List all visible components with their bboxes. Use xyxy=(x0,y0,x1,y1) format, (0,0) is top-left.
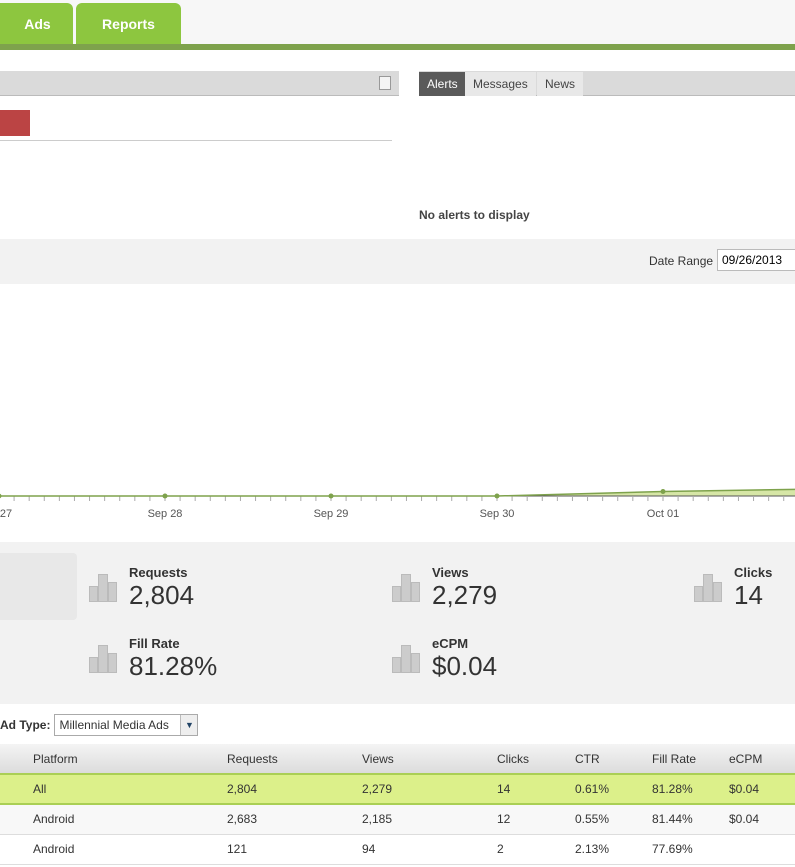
stat-value: $0.04 xyxy=(432,651,498,681)
area-fill xyxy=(0,489,795,496)
column-header[interactable]: eCPM xyxy=(729,744,795,775)
data-point[interactable] xyxy=(162,493,168,499)
stat-value: 81.28% xyxy=(129,651,218,681)
stat-views: Views 2,279 xyxy=(432,565,497,611)
data-point[interactable] xyxy=(328,493,334,499)
column-header[interactable]: CTR xyxy=(575,744,652,775)
table-row[interactable]: Android 2,683 2,185 12 0.55% 81.44% $0.04 xyxy=(0,804,795,835)
table-cell: 81.28% xyxy=(652,773,729,805)
tab-ads[interactable]: Ads xyxy=(0,3,73,44)
table-cell: All xyxy=(0,773,227,805)
table-cell xyxy=(729,834,795,865)
stat-label: Requests xyxy=(129,565,188,580)
x-tick-label: 27 xyxy=(0,508,12,520)
data-point[interactable] xyxy=(0,493,2,499)
stat-label: Clicks xyxy=(734,565,773,580)
table-cell: 77.69% xyxy=(652,834,729,865)
table-cell: 121 xyxy=(227,834,362,865)
date-range-label: Date Range xyxy=(649,254,714,268)
bar-chart-icon xyxy=(392,572,420,602)
date-range-bar: Date Range xyxy=(0,239,795,284)
bar-chart-icon xyxy=(89,572,117,602)
x-tick-label: Sep 30 xyxy=(480,508,515,520)
x-tick-label: Oct 01 xyxy=(647,508,679,520)
table-cell: $0.04 xyxy=(729,804,795,835)
stats-placeholder xyxy=(0,553,77,620)
platform-table: Platform Requests Views Clicks CTR Fill Rate e… xyxy=(0,744,795,865)
column-header[interactable]: Fill Rate xyxy=(652,744,729,775)
x-tick-label: Sep 28 xyxy=(148,508,183,520)
ad-type-select[interactable]: Millennial Media Ads ▼ xyxy=(54,714,199,736)
stat-label: Views xyxy=(432,565,469,580)
bar-chart-icon xyxy=(694,572,722,602)
table-cell: 2,279 xyxy=(362,773,497,805)
area-chart: 27 Sep 28 Sep 29 Sep 30 Oct 01 xyxy=(0,488,795,520)
stat-value: 14 xyxy=(734,580,763,610)
empty-alerts-text: No alerts to display xyxy=(419,208,530,222)
x-tick-label: Sep 29 xyxy=(314,508,349,520)
stat-fill-rate: Fill Rate 81.28% xyxy=(129,636,217,682)
ad-type-filter: Ad Type: Millennial Media Ads ▼ xyxy=(0,714,199,736)
table-row[interactable]: All 2,804 2,279 14 0.61% 81.28% $0.04 xyxy=(0,773,795,805)
stat-value: 2,804 xyxy=(129,580,195,610)
edit-note-icon[interactable] xyxy=(379,76,391,90)
table-cell: 2,185 xyxy=(362,804,497,835)
table-header: Platform Requests Views Clicks CTR Fill Rate e… xyxy=(0,744,795,775)
table-cell: 81.44% xyxy=(652,804,729,835)
stat-label: eCPM xyxy=(432,636,469,651)
table-row[interactable]: Android 121 94 2 2.13% 77.69% xyxy=(0,834,795,865)
tab-reports[interactable]: Reports xyxy=(76,3,181,44)
column-header[interactable]: Views xyxy=(362,744,497,775)
table-cell: 2,804 xyxy=(227,773,362,805)
table-cell: $0.04 xyxy=(729,773,795,805)
table-cell: 2.13% xyxy=(575,834,652,865)
stat-clicks: Clicks 14 xyxy=(734,565,772,611)
table-cell: 14 xyxy=(497,773,575,805)
table-cell: 2 xyxy=(497,834,575,865)
data-point[interactable] xyxy=(494,493,500,499)
left-panel-header xyxy=(0,71,399,96)
table-cell: 0.61% xyxy=(575,773,652,805)
bar-chart-icon xyxy=(89,643,117,673)
bar-chart-icon xyxy=(392,643,420,673)
stat-value: 2,279 xyxy=(432,580,498,610)
stat-requests: Requests 2,804 xyxy=(129,565,194,611)
table-cell: 2,683 xyxy=(227,804,362,835)
divider xyxy=(0,140,392,141)
data-point[interactable] xyxy=(660,489,666,494)
table-cell: 12 xyxy=(497,804,575,835)
chevron-down-icon[interactable]: ▼ xyxy=(180,715,198,735)
tab-messages[interactable]: Messages xyxy=(465,72,536,96)
table-cell: 94 xyxy=(362,834,497,865)
stat-ecpm: eCPM $0.04 xyxy=(432,636,497,682)
stat-label: Fill Rate xyxy=(129,636,180,651)
status-bar xyxy=(0,110,30,136)
column-header[interactable]: Platform xyxy=(0,744,227,775)
column-header[interactable]: Clicks xyxy=(497,744,575,775)
table-cell: 0.55% xyxy=(575,804,652,835)
stats-panel xyxy=(0,542,795,704)
date-range-start-input[interactable] xyxy=(717,249,795,271)
table-cell: Android xyxy=(0,834,227,865)
tab-news[interactable]: News xyxy=(537,72,584,96)
column-header[interactable]: Requests xyxy=(227,744,362,775)
table-cell: Android xyxy=(0,804,227,835)
tab-alerts[interactable]: Alerts xyxy=(419,72,466,96)
